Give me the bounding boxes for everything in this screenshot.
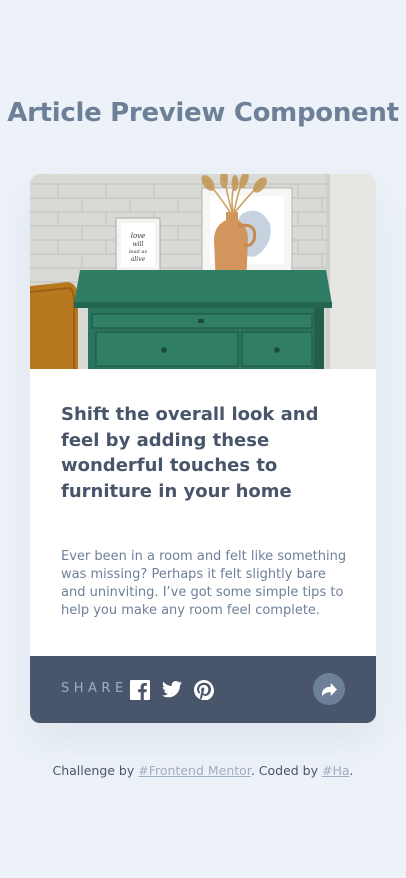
frontend-mentor-link[interactable]: #Frontend Mentor [138, 763, 251, 778]
page-title: Article Preview Component [7, 98, 399, 128]
article-headline[interactable]: Shift the overall look and feel by addin… [61, 402, 351, 504]
attribution-prefix: Challenge by [52, 763, 139, 778]
attribution-suffix: . [349, 763, 354, 778]
share-bar: SHARE [30, 656, 376, 723]
article-excerpt: Ever been in a room and felt like someth… [61, 549, 347, 618]
article-card: love will lead us alive Shift the overal… [30, 174, 376, 723]
twitter-icon[interactable] [162, 681, 182, 701]
svg-text:lead us: lead us [129, 249, 148, 255]
attribution: Challenge by #Frontend Mentor. Coded by … [0, 763, 406, 778]
facebook-icon[interactable] [130, 680, 150, 700]
share-label: SHARE [61, 681, 128, 696]
svg-text:will: will [133, 241, 144, 248]
article-image: love will lead us alive [30, 174, 376, 369]
svg-text:love: love [131, 232, 146, 240]
share-arrow-icon [321, 682, 337, 696]
svg-text:alive: alive [131, 256, 146, 263]
pinterest-icon[interactable] [194, 680, 214, 700]
attribution-middle: . Coded by [250, 763, 322, 778]
author-link[interactable]: #Ha [322, 763, 350, 778]
share-button[interactable] [313, 673, 345, 705]
